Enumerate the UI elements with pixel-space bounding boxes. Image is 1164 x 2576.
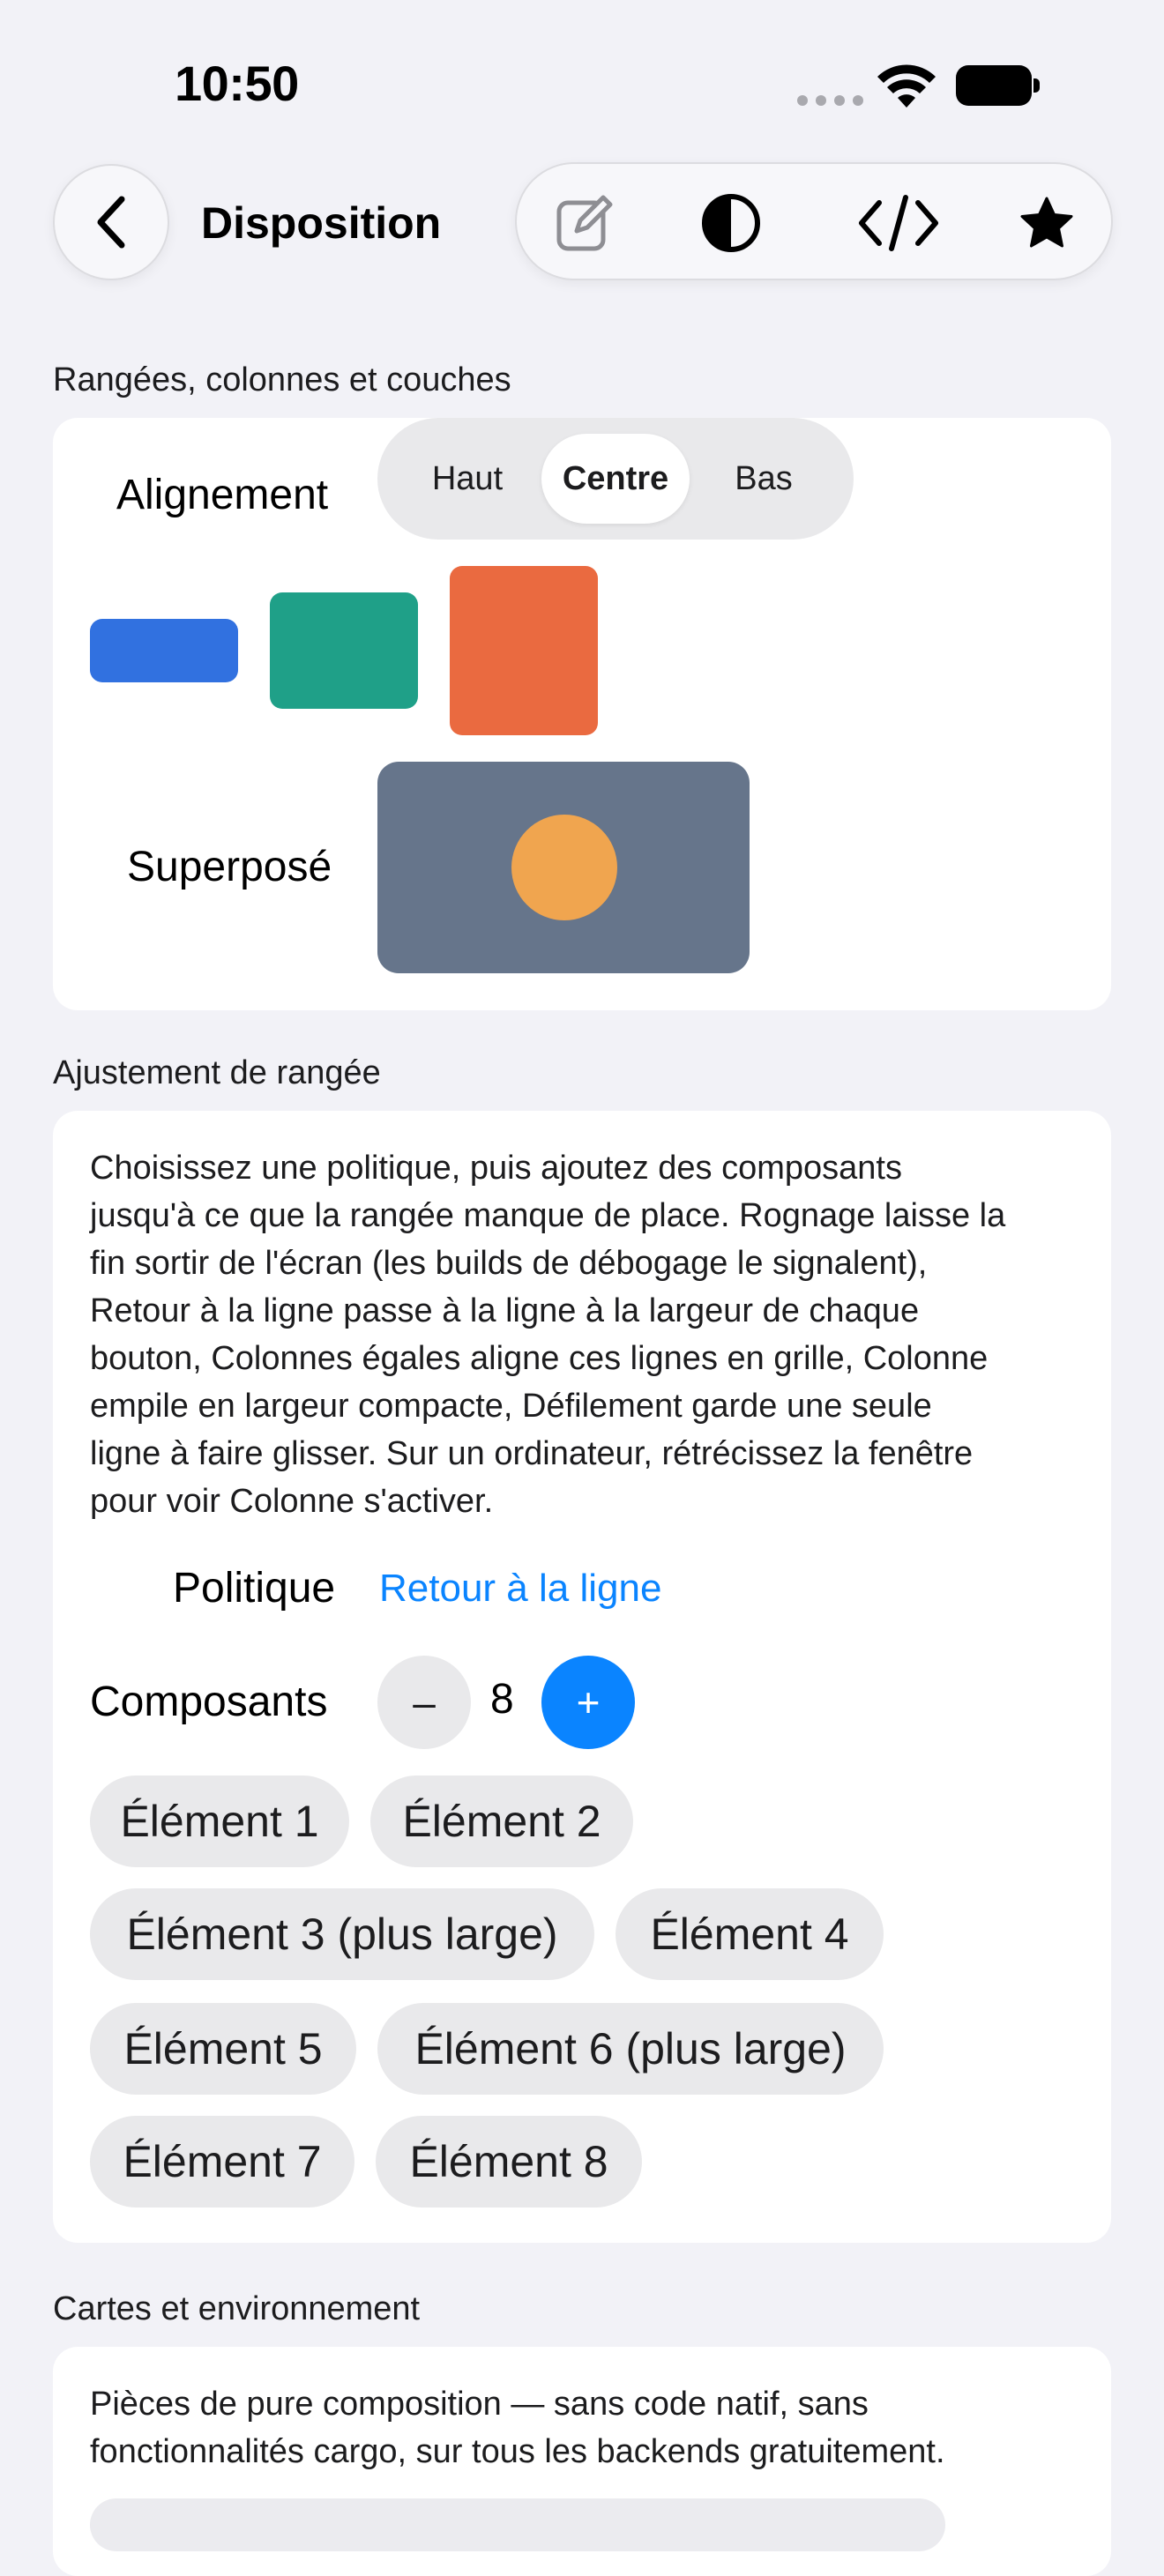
increment-button[interactable]: + — [541, 1656, 635, 1749]
overlay-circle-shape — [511, 815, 617, 920]
battery-icon — [956, 65, 1041, 106]
toolbar — [515, 162, 1113, 280]
partial-card-element[interactable] — [90, 2498, 945, 2551]
section-header-layout: Rangées, colonnes et couches — [53, 361, 511, 398]
overlay-label: Superposé — [127, 844, 332, 890]
contrast-button[interactable] — [691, 183, 771, 263]
orange-shape — [450, 566, 598, 735]
section-header-cards: Cartes et environnement — [53, 2290, 421, 2327]
description-line: bouton, Colonnes égales aligne ces ligne… — [90, 1340, 989, 1377]
policy-label: Politique — [173, 1565, 336, 1612]
contrast-icon — [702, 194, 760, 252]
components-label: Composants — [90, 1679, 328, 1725]
alignment-label: Alignement — [116, 472, 329, 518]
description-line: Retour à la ligne passe à la ligne à la … — [90, 1292, 920, 1329]
edit-icon — [556, 195, 613, 251]
status-time: 10:50 — [175, 56, 299, 111]
back-button[interactable] — [53, 164, 169, 280]
segment-bas[interactable]: Bas — [690, 418, 838, 540]
description-line: Choisissez une politique, puis ajoutez d… — [90, 1150, 902, 1187]
favorite-button[interactable] — [1007, 183, 1086, 263]
row-wrap-description: Choisissez une politique, puis ajoutez d… — [90, 1144, 1005, 1525]
list-item[interactable]: Élément 8 — [376, 2116, 642, 2207]
list-item[interactable]: Élément 5 — [90, 2003, 356, 2095]
list-item[interactable]: Élément 6 (plus large) — [377, 2003, 884, 2095]
wifi-icon — [877, 64, 936, 108]
description-line: Pièces de pure composition — sans code n… — [90, 2386, 869, 2423]
description-line: pour voir Colonne s'activer. — [90, 1483, 494, 1520]
segment-haut[interactable]: Haut — [393, 418, 541, 540]
description-line: jusqu'à ce que la rangée manque de place… — [90, 1197, 1006, 1234]
code-button[interactable] — [850, 183, 947, 263]
list-item[interactable]: Élément 4 — [616, 1888, 884, 1980]
edit-button[interactable] — [545, 183, 624, 263]
alignment-segmented-control: Haut Centre Bas — [377, 418, 854, 540]
list-item[interactable]: Élément 1 — [90, 1776, 349, 1867]
policy-picker[interactable]: Retour à la ligne — [379, 1567, 661, 1611]
section-header-row-wrap: Ajustement de rangée — [53, 1054, 381, 1091]
star-icon — [1020, 197, 1073, 248]
component-count: 8 — [490, 1676, 514, 1723]
page-title: Disposition — [201, 198, 442, 248]
cards-description: Pièces de pure composition — sans code n… — [90, 2380, 945, 2475]
decrement-button[interactable]: – — [377, 1656, 471, 1749]
description-line: empile en largeur compacte, Défilement g… — [90, 1388, 932, 1425]
list-item[interactable]: Élément 3 (plus large) — [90, 1888, 594, 1980]
signal-dots-icon — [797, 95, 863, 106]
chevron-left-icon — [97, 196, 125, 249]
description-line: fonctionnalités cargo, sur tous les back… — [90, 2433, 945, 2470]
blue-shape — [90, 619, 238, 682]
description-line: ligne à faire glisser. Sur un ordinateur… — [90, 1435, 974, 1472]
code-icon — [859, 195, 938, 251]
list-item[interactable]: Élément 7 — [90, 2116, 354, 2207]
green-shape — [270, 592, 418, 709]
list-item[interactable]: Élément 2 — [370, 1776, 633, 1867]
segment-centre[interactable]: Centre — [541, 418, 690, 540]
description-line: fin sortir de l'écran (les builds de déb… — [90, 1245, 928, 1282]
